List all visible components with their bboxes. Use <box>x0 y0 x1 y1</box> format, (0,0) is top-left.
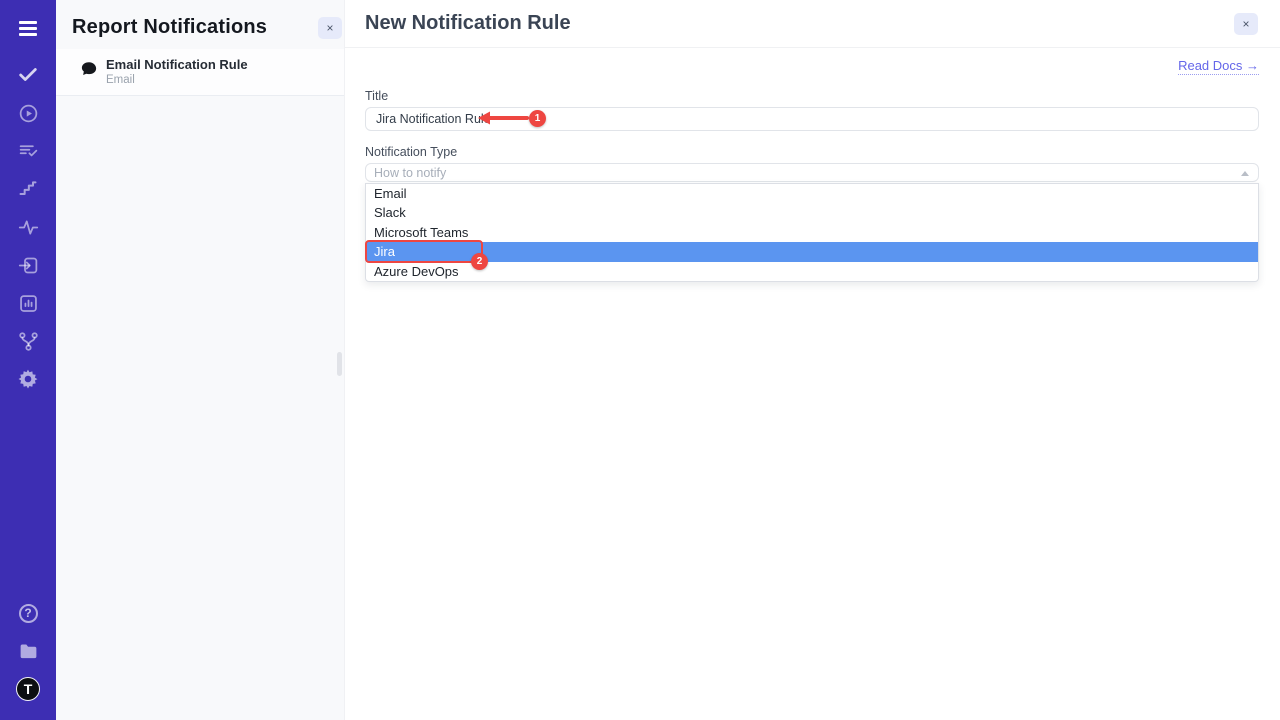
steps-icon[interactable] <box>0 170 56 208</box>
list-item-texts: Email Notification Rule Email <box>106 57 248 86</box>
dropdown-option-jira[interactable]: Jira <box>366 242 1258 261</box>
panel-header: Report Notifications × <box>56 0 344 49</box>
select-placeholder: How to notify <box>374 166 446 180</box>
title-input-wrap: 1 <box>365 107 1259 131</box>
notification-type-dropdown: Email Slack Microsoft Teams Jira Azure D… <box>365 183 1259 282</box>
main-header: New Notification Rule × <box>345 0 1280 48</box>
panel-title: Report Notifications <box>72 16 267 39</box>
rail-bottom-group: ? T <box>0 594 56 720</box>
reports-chart-icon[interactable] <box>0 284 56 322</box>
notification-type-select[interactable]: How to notify <box>365 163 1259 182</box>
dropdown-option-msteams[interactable]: Microsoft Teams <box>366 223 1258 242</box>
page-title: New Notification Rule <box>365 12 571 35</box>
fork-icon[interactable] <box>0 322 56 360</box>
dropdown-option-azure[interactable]: Azure DevOps <box>366 262 1258 281</box>
settings-gear-icon[interactable] <box>0 360 56 398</box>
help-icon[interactable]: ? <box>0 594 56 632</box>
panel-close-button[interactable]: × <box>318 17 342 39</box>
run-list-icon[interactable] <box>0 132 56 170</box>
title-input[interactable] <box>365 107 1259 131</box>
check-icon[interactable] <box>0 56 56 94</box>
notification-rule-list-item[interactable]: Email Notification Rule Email <box>56 49 344 96</box>
dropdown-option-email[interactable]: Email <box>366 184 1258 203</box>
drawer-close-button[interactable]: × <box>1234 13 1258 35</box>
brand-logo-icon[interactable]: T <box>0 670 56 708</box>
help-glyph: ? <box>19 604 38 623</box>
type-field-label: Notification Type <box>365 145 1259 159</box>
panel-scrollbar-thumb[interactable] <box>337 352 342 376</box>
new-rule-form: Read Docs → Title 1 Notification Type Ho… <box>345 48 1280 282</box>
sidebar-rail: ? T <box>0 0 56 720</box>
read-docs-link[interactable]: Read Docs → <box>1178 58 1259 75</box>
activity-icon[interactable] <box>0 208 56 246</box>
main-content: New Notification Rule × Read Docs → Titl… <box>345 0 1280 720</box>
play-circle-icon[interactable] <box>0 94 56 132</box>
folder-icon[interactable] <box>0 632 56 670</box>
dropdown-option-slack[interactable]: Slack <box>366 203 1258 222</box>
sign-in-icon[interactable] <box>0 246 56 284</box>
title-field-label: Title <box>365 89 1259 103</box>
logo-letter: T <box>16 677 40 701</box>
app-root: ? T Report Notifications × E <box>0 0 1280 720</box>
list-item-subtitle: Email <box>106 74 248 86</box>
annotation-badge-1: 1 <box>529 110 546 127</box>
report-notifications-panel: Report Notifications × Email Notificatio… <box>56 0 345 720</box>
docs-row: Read Docs → <box>365 57 1259 75</box>
menu-icon[interactable] <box>0 0 56 56</box>
caret-up-icon <box>1241 171 1249 176</box>
list-item-title: Email Notification Rule <box>106 57 248 72</box>
speech-bubble-icon <box>80 60 98 83</box>
